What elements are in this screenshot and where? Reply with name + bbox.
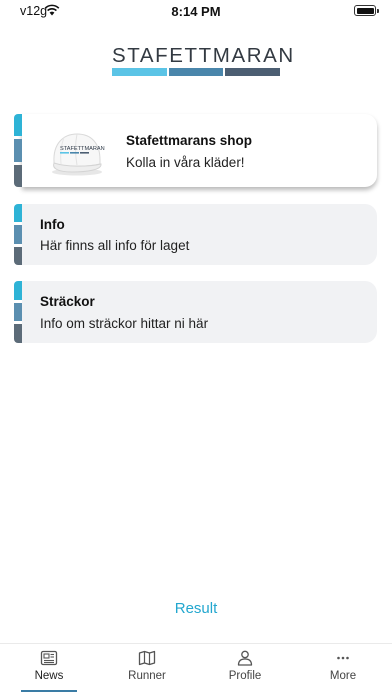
ellipsis-icon xyxy=(337,656,349,660)
logo-bar xyxy=(225,68,281,76)
logo-text: STAFETTMARAN xyxy=(112,44,295,67)
map-icon xyxy=(138,650,156,666)
tab-bar: News Runner Profile More xyxy=(0,643,392,696)
newspaper-icon xyxy=(40,650,58,666)
logo-bars xyxy=(112,68,281,76)
tab-news[interactable]: News xyxy=(0,644,98,696)
card-subtitle: Här finns all info för laget xyxy=(40,238,190,253)
tab-more[interactable]: More xyxy=(294,644,392,696)
tab-profile[interactable]: Profile xyxy=(196,644,294,696)
person-icon xyxy=(237,650,253,666)
stages-card[interactable]: Sträckor Info om sträckor hittar ni här xyxy=(14,281,377,343)
card-subtitle: Kolla in våra kläder! xyxy=(126,155,245,170)
white-cap-icon: STAFETTMARAN xyxy=(52,133,105,176)
tab-runner[interactable]: Runner xyxy=(98,644,196,696)
card-accent xyxy=(14,114,22,187)
result-link[interactable]: Result xyxy=(0,600,392,617)
clock: 8:14 PM xyxy=(171,4,221,19)
card-body xyxy=(22,204,377,265)
cap-logo-text: STAFETTMARAN xyxy=(60,146,105,152)
card-accent xyxy=(14,204,22,265)
active-tab-indicator xyxy=(21,690,77,692)
battery-icon xyxy=(354,5,376,16)
card-accent xyxy=(14,281,22,343)
tab-label: Runner xyxy=(128,670,166,682)
card-subtitle: Info om sträckor hittar ni här xyxy=(40,316,209,331)
card-title: Info xyxy=(40,217,65,232)
card-title: Sträckor xyxy=(40,294,95,309)
shop-card[interactable]: STAFETTMARAN Stafettmarans shop Kolla in… xyxy=(14,114,377,187)
info-card[interactable]: Info Här finns all info för laget xyxy=(14,204,377,265)
app-logo: STAFETTMARAN xyxy=(112,44,295,76)
tab-label: More xyxy=(329,670,357,682)
tab-label: Profile xyxy=(228,670,262,682)
card-body xyxy=(22,281,377,343)
battery-cap xyxy=(377,8,379,13)
tab-label: News xyxy=(34,670,64,682)
status-bar: v12g 8:14 PM xyxy=(0,0,392,22)
logo-bar xyxy=(168,68,224,76)
card-title: Stafettmarans shop xyxy=(126,133,253,148)
logo-bar xyxy=(112,68,167,76)
